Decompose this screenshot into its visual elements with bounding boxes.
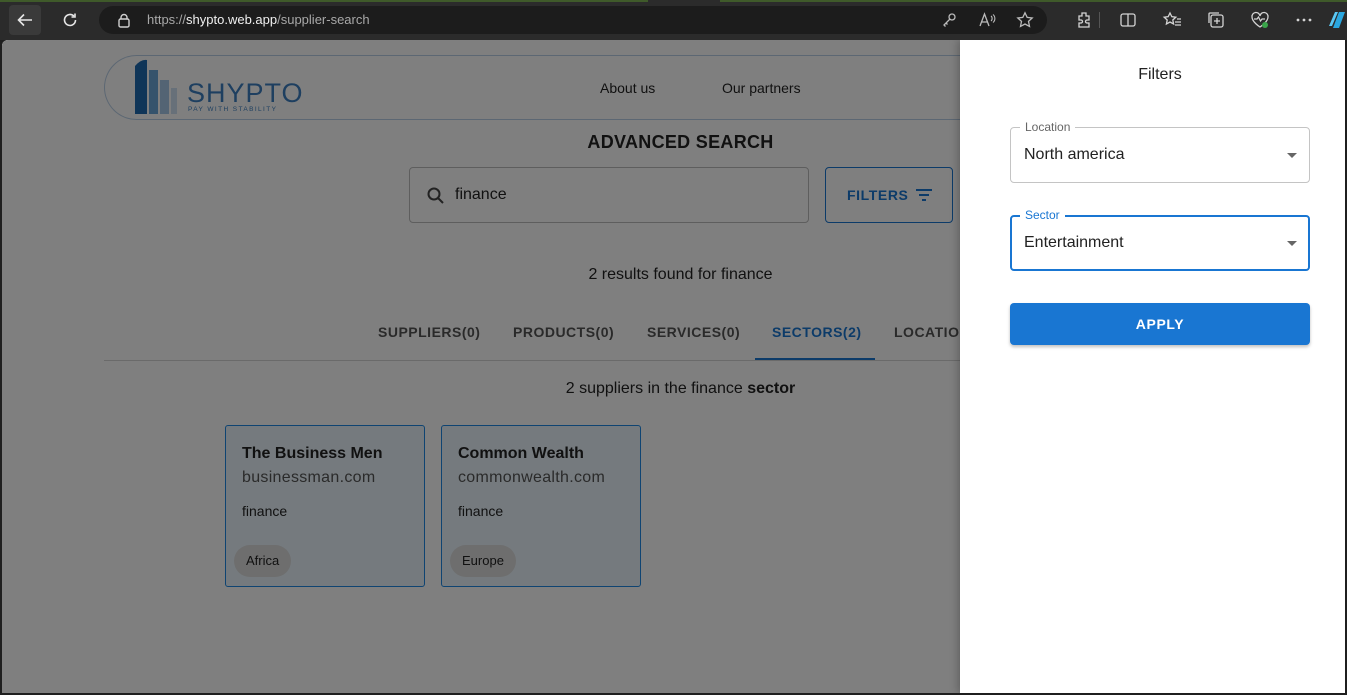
lock-icon[interactable]	[117, 13, 131, 28]
tab-strip-edge	[0, 0, 1347, 2]
browser-essentials-icon[interactable]	[1238, 8, 1282, 32]
more-menu-icon[interactable]	[1282, 8, 1326, 32]
sector-select-value: Entertainment	[1024, 234, 1124, 251]
split-screen-icon[interactable]	[1106, 8, 1150, 32]
key-icon[interactable]	[939, 10, 959, 30]
copilot-icon[interactable]	[1327, 8, 1347, 32]
address-bar[interactable]: https://shypto.web.app/supplier-search	[99, 6, 1047, 34]
arrow-left-icon	[17, 13, 32, 27]
drawer-title: Filters	[1138, 66, 1182, 83]
reload-icon	[63, 13, 77, 27]
page-viewport: SHYPTO PAY WITH STABILITY About us Our p…	[2, 40, 1345, 693]
read-aloud-icon[interactable]	[977, 10, 997, 30]
location-select[interactable]: Location North america	[1010, 120, 1310, 183]
sector-select[interactable]: Sector Entertainment	[1010, 208, 1310, 271]
location-select-label: Location	[1020, 120, 1076, 134]
dropdown-arrow-icon	[1287, 241, 1297, 246]
location-select-value: North america	[1024, 146, 1125, 163]
apply-button[interactable]: APPLY	[1010, 303, 1310, 345]
reload-button[interactable]	[54, 5, 86, 35]
back-button[interactable]	[9, 5, 41, 35]
browser-toolbar: https://shypto.web.app/supplier-search	[0, 0, 1347, 40]
favorites-icon[interactable]	[1150, 8, 1194, 32]
collections-icon[interactable]	[1194, 8, 1238, 32]
favorite-star-icon[interactable]	[1015, 10, 1035, 30]
filters-drawer: Filters Location North america Sector En…	[960, 40, 1345, 693]
sector-select-label: Sector	[1020, 208, 1065, 222]
dropdown-arrow-icon	[1287, 153, 1297, 158]
toolbar-divider	[1099, 12, 1100, 28]
url-text[interactable]: https://shypto.web.app/supplier-search	[147, 12, 370, 27]
